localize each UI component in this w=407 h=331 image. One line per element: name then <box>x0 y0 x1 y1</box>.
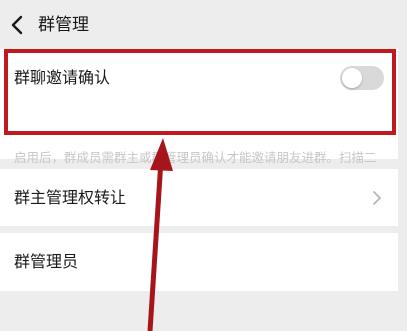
transfer-owner-label: 群主管理权转让 <box>14 188 127 207</box>
back-arrow-icon[interactable] <box>8 15 26 35</box>
page-title: 群管理 <box>38 15 89 35</box>
header: 群管理 <box>0 0 407 50</box>
chevron-right-icon <box>373 191 381 205</box>
highlight-box <box>4 49 396 135</box>
transfer-owner-row[interactable]: 群主管理权转让 <box>0 169 398 226</box>
admins-label: 群管理员 <box>14 252 79 271</box>
admins-row[interactable]: 群管理员 <box>0 233 398 291</box>
